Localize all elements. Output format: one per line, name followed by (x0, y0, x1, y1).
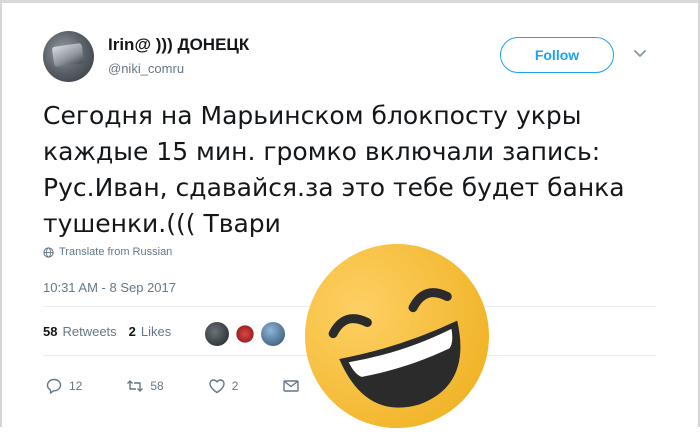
tweet-text: Сегодня на Марьинском блокпосту укры каж… (43, 98, 663, 242)
follow-button[interactable]: Follow (500, 37, 614, 73)
retweets-stat[interactable]: 58 Retweets (43, 324, 117, 339)
rolling-on-the-floor-laughing-emoji (305, 244, 489, 428)
reply-icon (46, 378, 62, 394)
tweet-line: Рус.Иван, сдавайся.за это тебе будет бан… (43, 173, 625, 202)
tweet-line: каждые 15 мин. громко включали запись: (43, 137, 601, 166)
retweet-icon (127, 380, 144, 392)
likes-stat[interactable]: 2 Likes (129, 324, 172, 339)
chevron-down-icon[interactable] (632, 46, 648, 62)
avatar[interactable] (43, 31, 94, 82)
translate-link[interactable]: Translate from Russian (43, 246, 172, 258)
tweet-line: Сегодня на Марьинском блокпосту укры (43, 101, 582, 130)
likers-avatars (205, 322, 285, 346)
heart-icon (209, 379, 225, 394)
retweet-count: 58 (150, 379, 164, 393)
liker-avatar[interactable] (261, 322, 285, 346)
retweets-count: 58 (43, 324, 58, 339)
likes-count: 2 (128, 324, 136, 339)
like-button[interactable]: 2 (208, 377, 239, 395)
tweet-actions: 12 58 2 (45, 377, 300, 395)
like-count: 2 (231, 379, 239, 393)
globe-icon (43, 246, 54, 258)
reply-count: 12 (69, 379, 83, 393)
timestamp[interactable]: 10:31 AM - 8 Sep 2017 (43, 280, 176, 295)
likes-label: Likes (140, 324, 172, 339)
reply-button[interactable]: 12 (45, 377, 82, 395)
display-name[interactable]: Irin@ ))) ДОНЕЦК (108, 35, 249, 55)
translate-label: Translate from Russian (59, 246, 173, 258)
avatar-photo (51, 43, 85, 67)
user-handle[interactable]: @niki_comru (108, 61, 184, 76)
tweet-stats: 58 Retweets 2 Likes (43, 324, 171, 339)
liker-avatar[interactable] (233, 322, 257, 346)
liker-avatar[interactable] (205, 322, 229, 346)
retweet-button[interactable]: 58 (126, 377, 164, 395)
retweets-label: Retweets (62, 324, 117, 339)
